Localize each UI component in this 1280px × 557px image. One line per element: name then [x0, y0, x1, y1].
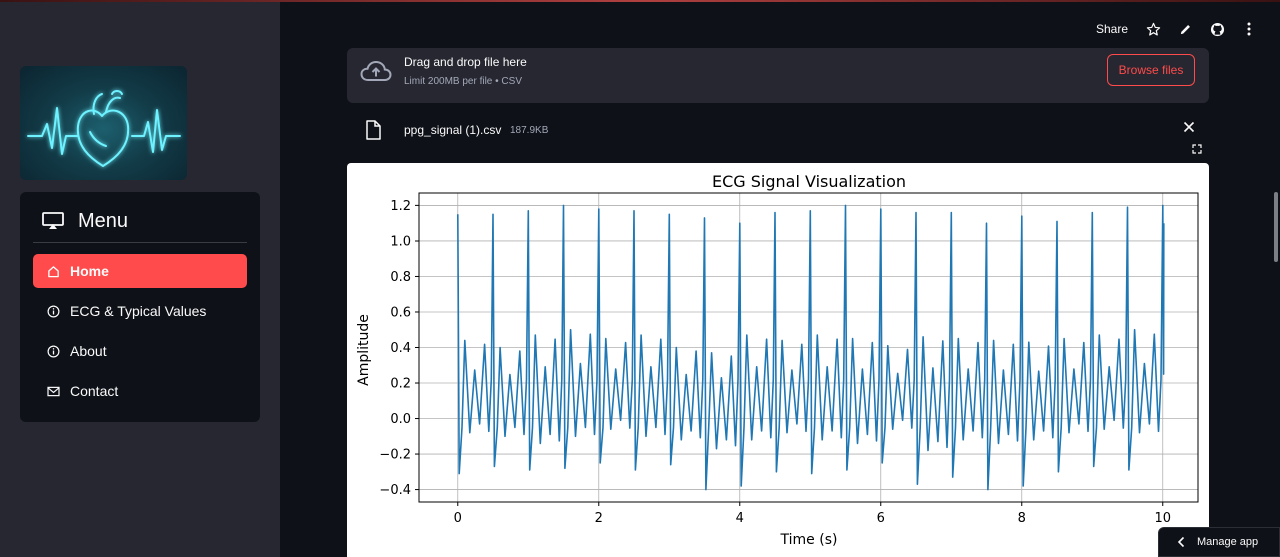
y-tick-label: 0.8: [390, 270, 411, 285]
nav-item-label: About: [70, 343, 107, 359]
y-tick-label: 1.0: [390, 234, 411, 249]
heart-ecg-logo: [20, 66, 187, 180]
y-tick-label: 1.2: [390, 199, 411, 214]
x-tick-label: 4: [736, 511, 744, 526]
manage-app-label: Manage app: [1197, 536, 1259, 548]
menu-divider: [33, 242, 247, 243]
file-icon: [366, 120, 381, 140]
close-icon[interactable]: [1183, 121, 1195, 133]
manage-app-button[interactable]: Manage app: [1158, 527, 1280, 557]
uploaded-file-row: ppg_signal (1).csv 187.9KB: [365, 116, 1199, 144]
cloud-upload-icon: [360, 60, 392, 81]
more-vertical-icon[interactable]: [1240, 20, 1258, 38]
y-tick-label: 0.6: [390, 305, 411, 320]
file-size: 187.9KB: [510, 125, 549, 136]
y-tick-label: 0.2: [390, 377, 411, 392]
browse-files-button[interactable]: Browse files: [1107, 54, 1195, 86]
y-axis-label: Amplitude: [356, 314, 372, 386]
y-tick-label: −0.4: [379, 483, 411, 498]
x-tick-label: 6: [877, 511, 885, 526]
nav-item-label: Contact: [70, 383, 119, 399]
envelope-icon: [47, 386, 60, 396]
y-tick-label: −0.2: [379, 448, 411, 463]
ecg-line-chart: 0 2 4 6 8 10 −0.4 −0.2 0.0 0.2 0.4 0.6 0.8 1.0 1.2 ECG…: [356, 172, 1199, 548]
nav-item-ecg-typical-values[interactable]: ECG & Typical Values: [33, 294, 247, 328]
nav-item-label: Home: [70, 263, 109, 279]
y-tick-label: 0.4: [390, 341, 411, 356]
home-icon: [48, 265, 59, 277]
nav-item-about[interactable]: About: [33, 334, 247, 368]
github-icon[interactable]: [1208, 20, 1226, 38]
dropzone-limit-text: Limit 200MB per file • CSV: [404, 76, 522, 87]
star-icon[interactable]: [1144, 20, 1162, 38]
ecg-chart-container: 0 2 4 6 8 10 −0.4 −0.2 0.0 0.2 0.4 0.6 0.8 1.0 1.2 ECG…: [347, 163, 1209, 557]
nav-item-home[interactable]: Home: [33, 254, 247, 288]
monitor-icon: [42, 212, 64, 229]
sidebar: Menu Home ECG & Typical Values About Con…: [0, 2, 280, 557]
x-tick-label: 8: [1018, 511, 1026, 526]
x-tick-label: 2: [595, 511, 603, 526]
nav-item-label: ECG & Typical Values: [70, 303, 207, 319]
dropzone-title: Drag and drop file here: [404, 55, 527, 69]
ecg-series-line: [457, 204, 1165, 491]
x-tick-label: 0: [454, 511, 462, 526]
chevron-left-icon: [1177, 536, 1185, 548]
menu-header: Menu: [42, 206, 128, 236]
info-icon: [47, 345, 60, 357]
file-uploader-dropzone[interactable]: Drag and drop file here Limit 200MB per …: [347, 48, 1209, 103]
main-scrollbar-thumb[interactable]: [1274, 192, 1278, 262]
fullscreen-icon[interactable]: [1191, 143, 1203, 155]
file-name: ppg_signal (1).csv: [404, 123, 502, 137]
y-tick-label: 0.0: [390, 412, 411, 427]
pencil-icon[interactable]: [1176, 20, 1194, 38]
x-axis-label: Time (s): [780, 532, 838, 548]
share-button[interactable]: Share: [1096, 22, 1128, 36]
navigation-menu: Menu Home ECG & Typical Values About Con…: [20, 192, 260, 422]
x-tick-label: 10: [1154, 511, 1171, 526]
nav-item-contact[interactable]: Contact: [33, 374, 247, 408]
chart-title: ECG Signal Visualization: [712, 172, 906, 191]
menu-title: Menu: [78, 209, 129, 232]
info-icon: [47, 305, 60, 317]
